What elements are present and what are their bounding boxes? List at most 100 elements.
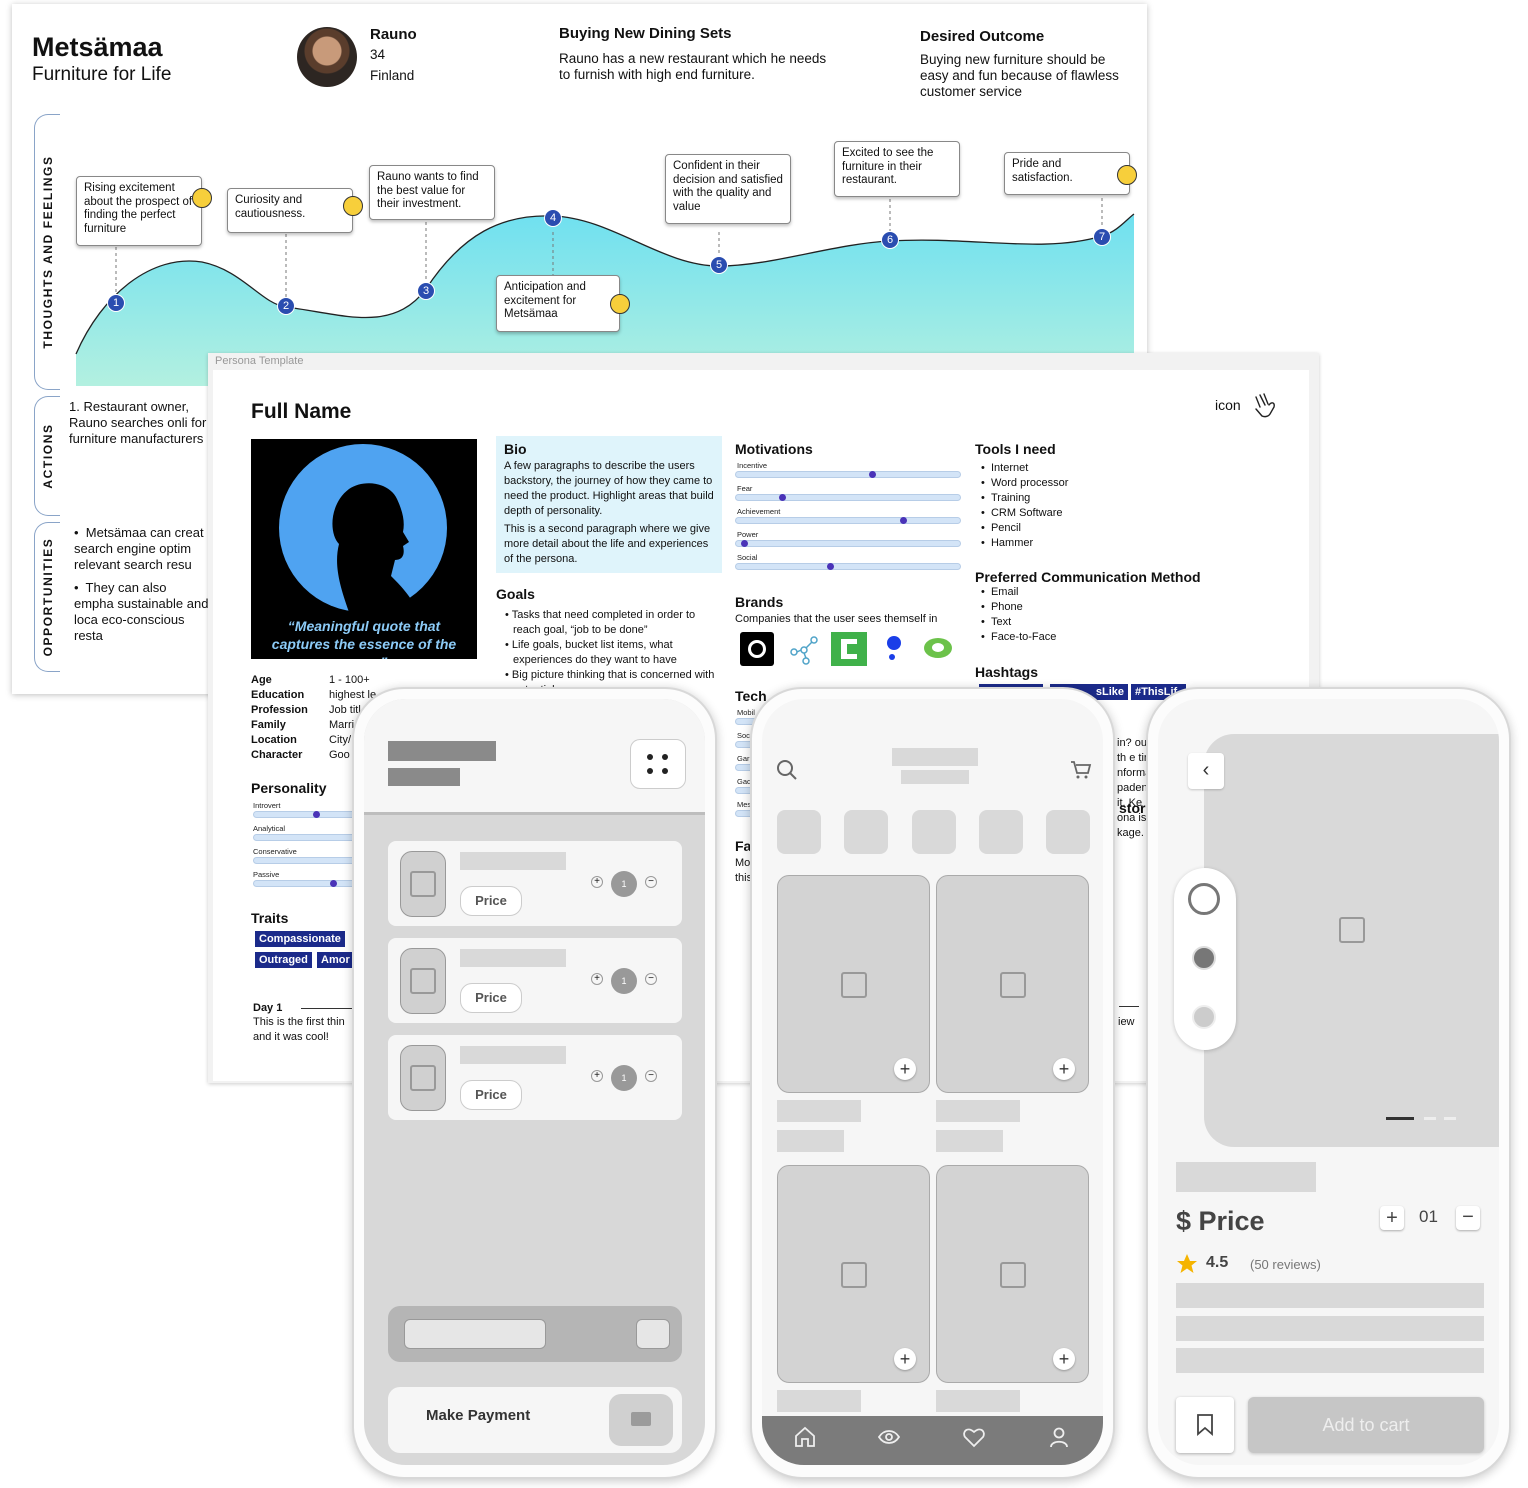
- tech-title: Tech: [735, 688, 767, 704]
- tools-list: • Internet • Word processor • Training •…: [981, 462, 1069, 549]
- thought-bubble-5: Confident in their decision and satisfie…: [665, 154, 791, 224]
- step-marker-4: 4: [544, 209, 562, 227]
- decrease-qty-button[interactable]: −: [645, 973, 657, 985]
- home-icon[interactable]: [794, 1426, 816, 1448]
- payment-button[interactable]: [609, 1394, 673, 1446]
- heart-icon[interactable]: [963, 1426, 985, 1448]
- category-chip[interactable]: [777, 810, 821, 854]
- cart-screen: Price + 1 − Price + 1 − Price + 1 − Make…: [364, 699, 705, 1465]
- personality-slider: [253, 811, 363, 818]
- product-hero-image: [1204, 734, 1499, 1147]
- product-card[interactable]: +: [777, 1165, 930, 1383]
- price-button[interactable]: Price: [460, 886, 522, 916]
- add-to-cart-button[interactable]: Add to cart: [1248, 1397, 1484, 1453]
- traits-title: Traits: [251, 910, 289, 926]
- thought-bubble-7: Pride and satisfaction.: [1004, 152, 1130, 195]
- apply-coupon-button[interactable]: [636, 1319, 670, 1349]
- price-button[interactable]: Price: [460, 983, 522, 1013]
- motivation-slider: [735, 563, 961, 570]
- motivation-label: Incentive: [737, 461, 768, 470]
- personality-slider: [253, 857, 363, 864]
- thought-bubble-2: Curiosity and cautiousness.: [227, 188, 353, 233]
- product-detail-screen: ‹ $ Price + 01 − 4.5 (50 reviews) Add to…: [1158, 699, 1499, 1465]
- color-option-white[interactable]: [1188, 883, 1220, 915]
- cart-item[interactable]: Price + 1 −: [388, 1035, 682, 1120]
- bio-paragraph-2: This is a second paragraph where we give…: [504, 523, 711, 565]
- image-icon: [1000, 1262, 1026, 1288]
- color-option-light[interactable]: [1192, 1005, 1216, 1029]
- payment-bar[interactable]: Make Payment: [388, 1387, 682, 1453]
- cart-header: [364, 699, 705, 815]
- goals-list: • Tasks that need completed in order to …: [505, 609, 715, 696]
- reviews-count[interactable]: (50 reviews): [1250, 1257, 1321, 1272]
- cart-item[interactable]: Price + 1 −: [388, 841, 682, 926]
- eye-icon[interactable]: [878, 1426, 900, 1448]
- menu-button[interactable]: [630, 739, 686, 789]
- product-card[interactable]: +: [777, 875, 930, 1093]
- step-marker-1: 1: [107, 294, 125, 312]
- motivation-slider: [735, 471, 961, 478]
- decrease-qty-button[interactable]: −: [1456, 1206, 1480, 1230]
- bookmark-button[interactable]: [1176, 1397, 1234, 1453]
- increase-qty-button[interactable]: +: [591, 973, 603, 985]
- brand-logo-1: [740, 632, 774, 666]
- add-button[interactable]: +: [1053, 1058, 1075, 1080]
- product-image: [400, 948, 446, 1014]
- brands-subtitle: Companies that the user sees themself in: [735, 613, 938, 625]
- category-chip[interactable]: [844, 810, 888, 854]
- search-icon[interactable]: [776, 759, 798, 781]
- cart-icon[interactable]: [1070, 759, 1092, 781]
- add-button[interactable]: +: [894, 1058, 916, 1080]
- image-icon: [1339, 917, 1365, 943]
- product-card[interactable]: +: [936, 1165, 1089, 1383]
- category-chip[interactable]: [979, 810, 1023, 854]
- color-option-gray[interactable]: [1192, 946, 1216, 970]
- increase-qty-button[interactable]: +: [591, 876, 603, 888]
- add-button[interactable]: +: [894, 1348, 916, 1370]
- hashtags-title: Hashtags: [975, 664, 1039, 680]
- communication-list: • Email • Phone • Text • Face-to-Face: [981, 586, 1057, 643]
- product-name-placeholder: [1176, 1162, 1316, 1192]
- shop-phone: + + + +: [750, 687, 1115, 1479]
- brand-logo-2: [790, 636, 818, 665]
- step-marker-6: 6: [881, 231, 899, 249]
- category-chip[interactable]: [912, 810, 956, 854]
- user-icon[interactable]: [1048, 1426, 1070, 1448]
- decrease-qty-button[interactable]: −: [645, 1070, 657, 1082]
- carousel-indicator-active[interactable]: [1386, 1117, 1414, 1120]
- motivation-label: Fear: [737, 484, 753, 493]
- product-card[interactable]: +: [936, 875, 1089, 1093]
- increase-qty-button[interactable]: +: [1380, 1206, 1404, 1230]
- back-button[interactable]: ‹: [1188, 753, 1224, 789]
- bookmark-icon: [1197, 1414, 1213, 1436]
- lane-opportunities: OPPORTUNITIES: [34, 522, 60, 672]
- motivation-label: Achievement: [737, 507, 781, 516]
- image-icon: [1000, 972, 1026, 998]
- decrease-qty-button[interactable]: −: [645, 876, 657, 888]
- cart-item[interactable]: Price + 1 −: [388, 938, 682, 1023]
- thought-bubble-4: Anticipation and excitement for Metsämaa: [496, 275, 620, 332]
- personality-label: Passive: [253, 870, 280, 879]
- carousel-indicator[interactable]: [1424, 1117, 1436, 1120]
- tech-label: Gar: [737, 754, 750, 763]
- step-marker-7: 7: [1093, 228, 1111, 246]
- carousel-indicator[interactable]: [1444, 1117, 1456, 1120]
- day-text: This is the first thin and it was cool!: [253, 1016, 345, 1043]
- trait-tag: Amor: [317, 952, 354, 968]
- opportunity-item-1: • Metsämaa can creat search engine optim…: [74, 525, 204, 572]
- image-icon: [410, 1065, 436, 1091]
- increase-qty-button[interactable]: +: [591, 1070, 603, 1082]
- title-placeholder: [388, 741, 496, 761]
- right-snippet: iew: [1118, 1016, 1135, 1028]
- add-button[interactable]: +: [1053, 1348, 1075, 1370]
- coupon-input[interactable]: [404, 1319, 546, 1349]
- bio-title: Bio: [504, 441, 527, 457]
- price-button[interactable]: Price: [460, 1080, 522, 1110]
- star-icon: [1177, 1254, 1197, 1273]
- trait-tag: Outraged: [255, 952, 312, 968]
- lane-actions: ACTIONS: [34, 396, 60, 516]
- excited-emoji-icon: [610, 294, 630, 314]
- category-chip[interactable]: [1046, 810, 1090, 854]
- goals-title: Goals: [496, 586, 535, 602]
- step-marker-2: 2: [277, 297, 295, 315]
